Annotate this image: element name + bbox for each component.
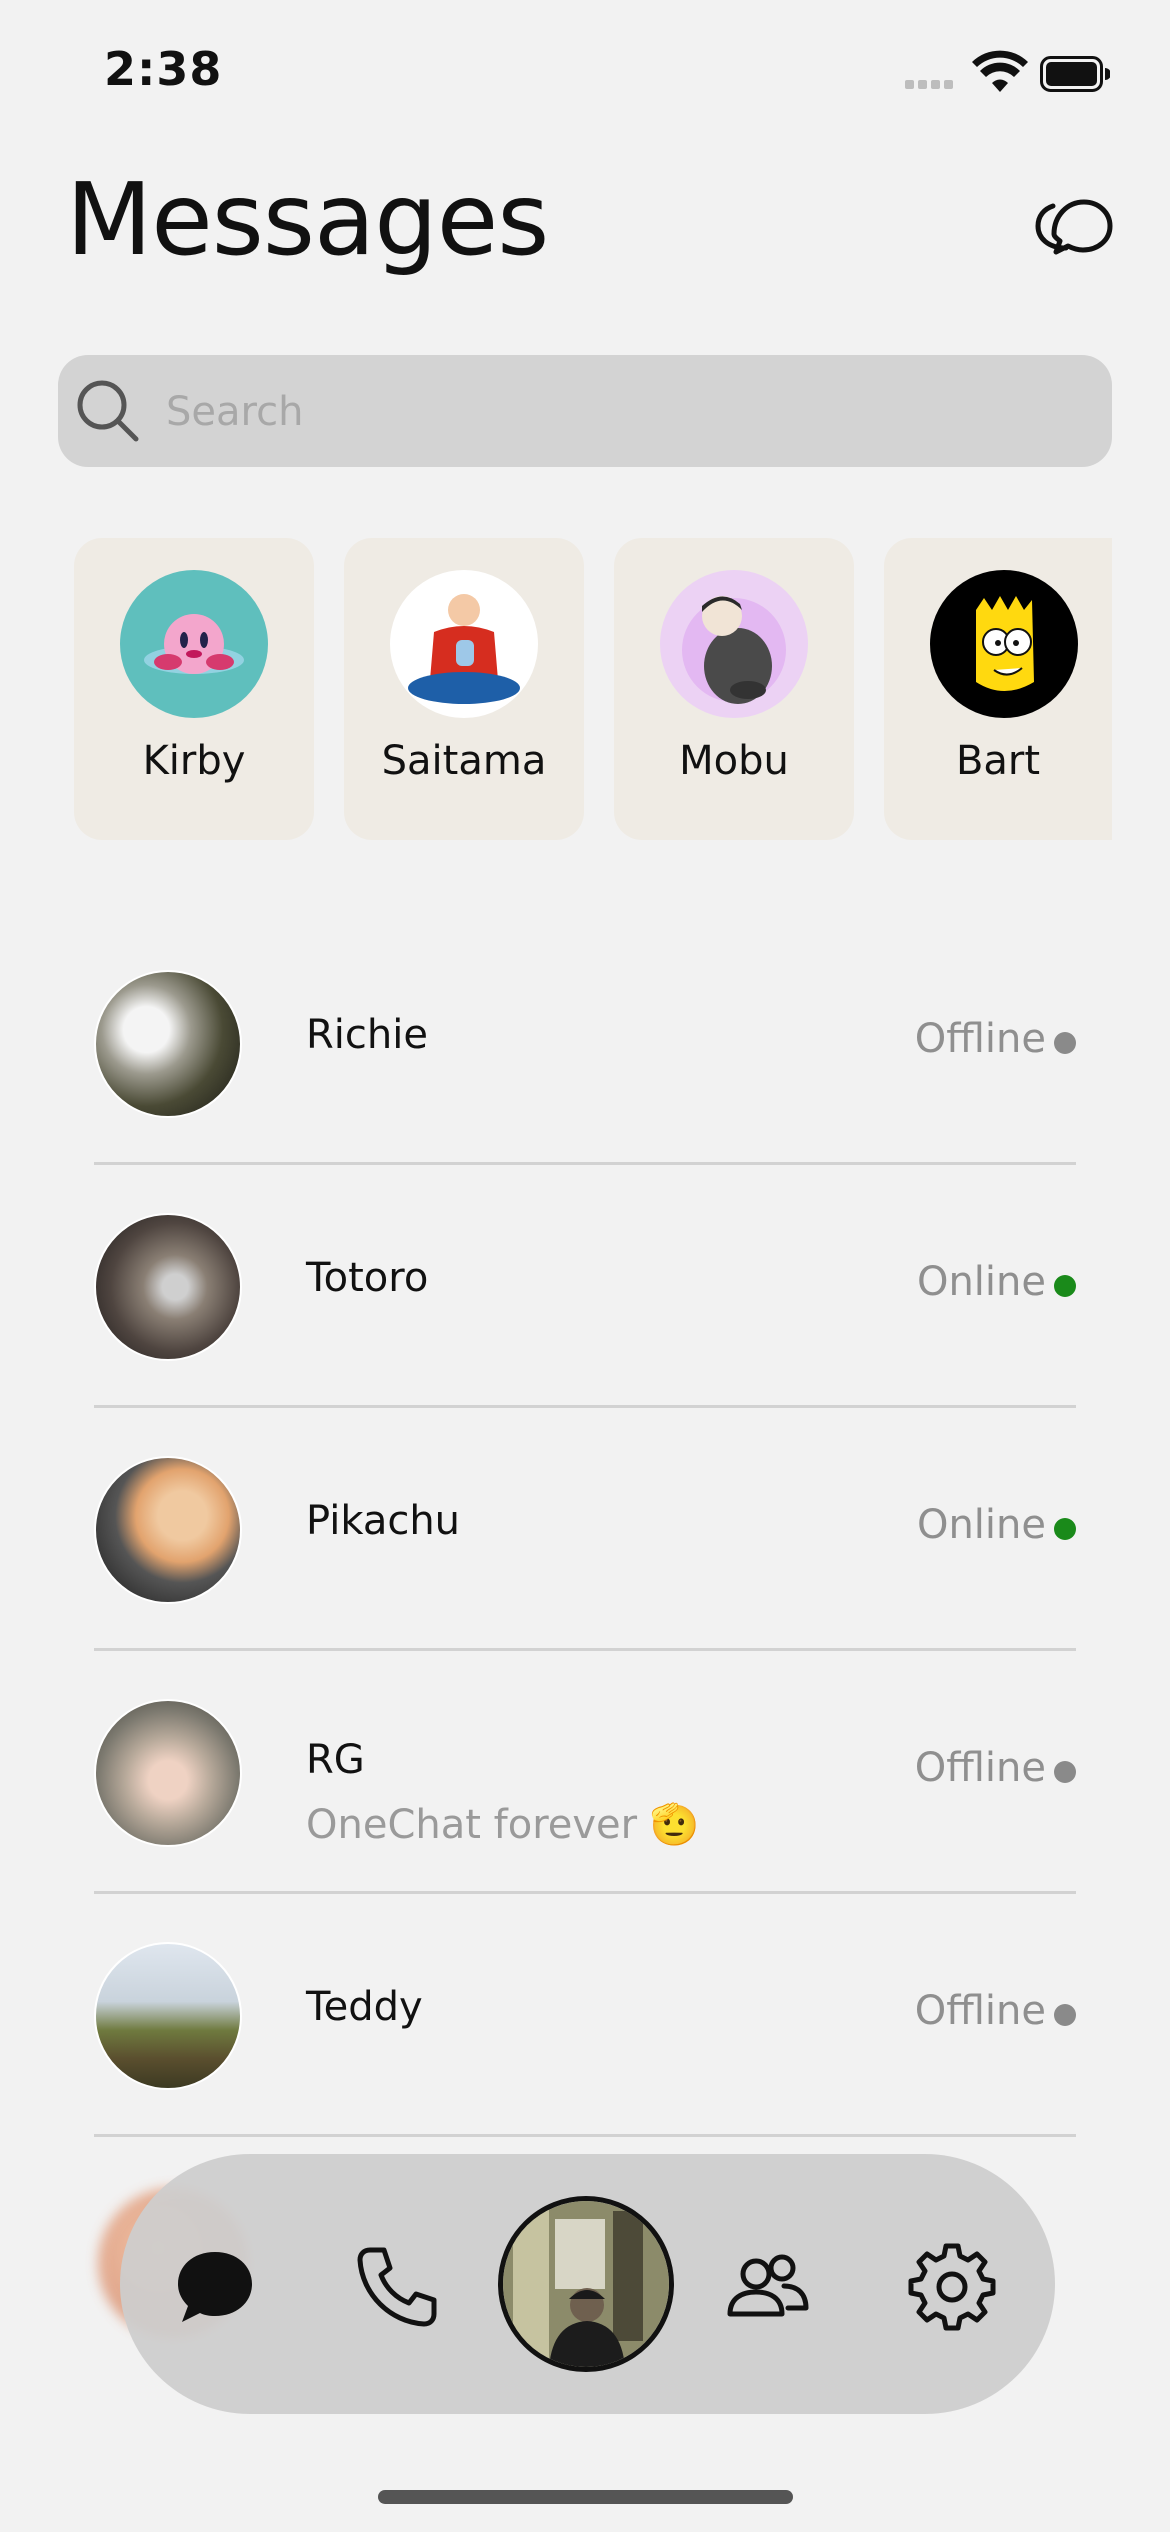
- story-card-saitama[interactable]: Saitama: [344, 538, 584, 840]
- search-input[interactable]: [164, 377, 1068, 447]
- phone-icon: [357, 2247, 437, 2327]
- contact-name: Pikachu: [306, 1498, 461, 1544]
- new-chat-button[interactable]: [1032, 178, 1114, 260]
- presence-dot: [1054, 1518, 1076, 1540]
- tab-contacts[interactable]: [722, 2242, 812, 2332]
- presence-dot: [1054, 1032, 1076, 1054]
- presence-dot: [1054, 2004, 1076, 2026]
- avatar: [120, 570, 268, 718]
- last-message-preview: OneChat forever 🫡: [306, 1802, 700, 1848]
- home-indicator: [378, 2490, 793, 2504]
- signal-icon: [905, 80, 961, 90]
- story-name: Saitama: [381, 738, 547, 784]
- presence-label: Offline: [914, 1016, 1046, 1062]
- conversation-row[interactable]: Teddy Offline: [94, 1894, 1076, 2137]
- presence-label: Online: [916, 1502, 1046, 1548]
- gear-icon: [908, 2243, 996, 2331]
- avatar: [94, 1942, 242, 2090]
- status-time: 2:38: [104, 42, 223, 96]
- conversation-row[interactable]: Richie Offline: [94, 922, 1076, 1165]
- wifi-icon: [972, 50, 1028, 92]
- avatar: [660, 570, 808, 718]
- conversation-row[interactable]: RG OneChat forever 🫡 Offline: [94, 1651, 1076, 1894]
- tab-calls[interactable]: [352, 2242, 442, 2332]
- conversation-row[interactable]: Pikachu Online: [94, 1408, 1076, 1651]
- presence-label: Offline: [914, 1745, 1046, 1791]
- story-card-mobu[interactable]: Mobu: [614, 538, 854, 840]
- presence-dot: [1054, 1275, 1076, 1297]
- conversation-row[interactable]: Totoro Online: [94, 1165, 1076, 1408]
- presence-label: Online: [916, 1259, 1046, 1305]
- divider: [94, 2134, 1076, 2137]
- contact-name: Teddy: [306, 1984, 423, 2030]
- avatar: [94, 1213, 242, 1361]
- presence-label: Offline: [914, 1988, 1046, 2034]
- tab-chats[interactable]: [170, 2242, 260, 2332]
- contact-name: RG: [306, 1737, 365, 1783]
- story-card-kirby[interactable]: Kirby: [74, 538, 314, 840]
- profile-avatar-button[interactable]: [498, 2196, 674, 2372]
- story-name: Mobu: [679, 738, 789, 784]
- contact-name: Richie: [306, 1012, 428, 1058]
- presence-dot: [1054, 1761, 1076, 1783]
- tab-settings[interactable]: [907, 2242, 997, 2332]
- chat-icon: [178, 2252, 252, 2322]
- story-name: Bart: [955, 738, 1041, 784]
- avatar: [390, 570, 538, 718]
- battery-icon: [1040, 56, 1110, 92]
- story-name: Kirby: [142, 738, 246, 784]
- avatar: [930, 570, 1078, 718]
- avatar: [503, 2201, 669, 2367]
- avatar: [94, 1456, 242, 1604]
- people-icon: [727, 2254, 809, 2317]
- tab-bar: [120, 2154, 1055, 2414]
- avatar: [94, 1699, 242, 1847]
- avatar: [94, 970, 242, 1118]
- contact-name: Totoro: [306, 1255, 429, 1301]
- search-icon: [77, 380, 139, 442]
- story-card-bart[interactable]: Bart: [884, 538, 1112, 840]
- search-bar[interactable]: [58, 355, 1112, 467]
- page-title: Messages: [66, 161, 549, 278]
